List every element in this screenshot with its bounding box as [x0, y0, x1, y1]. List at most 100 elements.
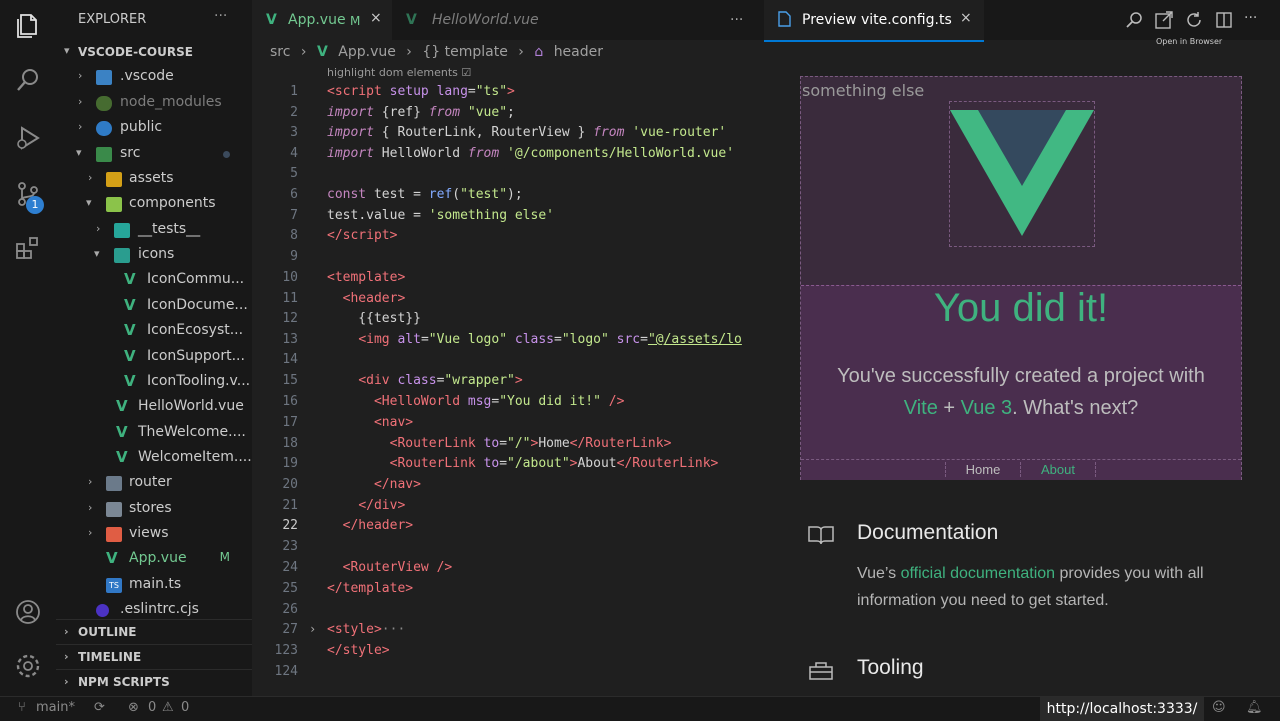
tab-helloworld-vue[interactable]: V HelloWorld.vue	[392, 0, 552, 40]
fold-chevron-icon[interactable]: ›	[309, 622, 316, 636]
tree-item-components[interactable]: ▾ components	[56, 192, 252, 217]
tree-item-file[interactable]: V IconEcosyst...	[56, 319, 252, 344]
vite-link[interactable]: Vite	[904, 397, 938, 419]
find-icon[interactable]	[1124, 10, 1144, 30]
settings-gear-icon[interactable]	[14, 652, 42, 680]
localhost-url[interactable]: http://localhost:3333/	[1040, 697, 1204, 721]
breadcrumb-item[interactable]: src	[270, 44, 290, 60]
tree-item-tests[interactable]: › __tests__	[56, 218, 252, 243]
error-count[interactable]: 0	[148, 700, 156, 715]
tab-app-vue[interactable]: V App.vue M ×	[252, 0, 392, 40]
tree-item-router[interactable]: › router	[56, 471, 252, 496]
vue-logo	[949, 101, 1095, 247]
code-text: </template>	[327, 581, 414, 596]
extensions-icon[interactable]	[14, 234, 42, 262]
tab-close-button[interactable]: ×	[370, 10, 382, 26]
explorer-icon[interactable]	[14, 12, 42, 40]
tab-close-button[interactable]: ×	[960, 10, 972, 26]
tree-item-file[interactable]: V IconSupport...	[56, 345, 252, 370]
tree-item-views[interactable]: › views	[56, 522, 252, 547]
breadcrumb-item[interactable]: {} template	[422, 44, 507, 60]
vue3-link[interactable]: Vue 3	[961, 397, 1013, 419]
code-text: </div>	[358, 498, 406, 513]
run-debug-icon[interactable]	[14, 124, 42, 152]
section-label: NPM SCRIPTS	[78, 675, 170, 689]
line-number: 12	[282, 311, 298, 326]
code-line: 27 › <style>···	[252, 622, 764, 642]
folder-public-icon	[96, 121, 112, 136]
tree-item-file[interactable]: V HelloWorld.vue	[56, 395, 252, 420]
section-label: TIMELINE	[78, 650, 142, 664]
editor-more-button[interactable]: ···	[728, 0, 758, 40]
line-number: 24	[282, 560, 298, 575]
tree-item-label: router	[129, 474, 172, 490]
vue-file-icon: V	[106, 549, 118, 567]
tree-item-file[interactable]: V IconTooling.v...	[56, 370, 252, 395]
codelens-hint[interactable]: highlight dom elements ☑	[327, 66, 471, 79]
more-icon: ···	[730, 12, 744, 28]
code-line: 123 </style>	[252, 643, 764, 663]
tree-item-label: assets	[129, 170, 174, 186]
breadcrumb-item[interactable]: App.vue	[338, 44, 396, 60]
code-line: 16 <HelloWorld msg="You did it!" />	[252, 394, 764, 414]
feedback-icon[interactable]: ☺	[1212, 700, 1226, 715]
hello-world-section: You did it! You've successfully created …	[801, 285, 1241, 460]
tab-preview-vite-config[interactable]: Preview vite.config.ts ×	[764, 0, 984, 42]
typescript-file-icon: TS	[106, 578, 122, 593]
timeline-section[interactable]: › TIMELINE	[56, 644, 252, 670]
tab-modified: M	[350, 14, 361, 28]
tree-item-file[interactable]: V TheWelcome....	[56, 421, 252, 446]
official-documentation-link[interactable]: official documentation	[901, 565, 1055, 582]
notifications-bell-icon[interactable]: 🔔︎	[1246, 700, 1263, 715]
split-editor-icon[interactable]	[1214, 10, 1234, 30]
sync-icon[interactable]: ⟳	[94, 700, 105, 715]
code-text: <HelloWorld msg="You did it!" />	[373, 394, 625, 409]
search-icon[interactable]	[14, 66, 42, 94]
tree-item-file[interactable]: V IconCommu...	[56, 268, 252, 293]
account-icon[interactable]	[14, 598, 42, 626]
branch-name[interactable]: main*	[36, 700, 75, 715]
line-number: 4	[290, 146, 298, 161]
line-number: 20	[282, 477, 298, 492]
line-number: 8	[290, 228, 298, 243]
more-actions-icon[interactable]: ···	[1244, 10, 1264, 30]
tree-item-label: TheWelcome....	[138, 424, 246, 440]
refresh-icon[interactable]	[1184, 10, 1204, 30]
tree-item-app-vue[interactable]: V App.vue M	[56, 547, 252, 572]
tree-item-main-ts[interactable]: TS main.ts	[56, 573, 252, 598]
tree-item-public[interactable]: › public	[56, 116, 252, 141]
modified-indicator: M	[219, 550, 230, 564]
tree-item-label: public	[120, 119, 163, 135]
chevron-down-icon: ▾	[64, 44, 70, 57]
vue-file-icon: V	[116, 423, 128, 441]
branch-icon: ⑂	[18, 700, 26, 715]
tree-item-assets[interactable]: › assets	[56, 167, 252, 192]
line-number: 5	[290, 166, 298, 181]
warning-count[interactable]: 0	[181, 700, 189, 715]
status-bar: ⑂ main* ⟳ ⊗ 0 ⚠ 0 http://localhost:3333/…	[0, 696, 1280, 721]
tree-item-node-modules[interactable]: › node_modules	[56, 91, 252, 116]
code-text: <RouterLink to="/about">About</RouterLin…	[389, 456, 719, 471]
tree-item-file[interactable]: V IconDocume...	[56, 294, 252, 319]
tree-item-file[interactable]: V WelcomeItem....	[56, 446, 252, 471]
line-number: 17	[282, 415, 298, 430]
folder-vscode-icon	[96, 70, 112, 85]
nav-about-link[interactable]: About	[1021, 462, 1096, 477]
open-in-browser-icon[interactable]	[1154, 10, 1174, 30]
explorer-more-button[interactable]: ···	[214, 8, 227, 24]
explorer-sidebar: EXPLORER ··· ▾ VSCODE-COURSE › .vscode ›…	[56, 0, 253, 696]
breadcrumb-item[interactable]: header	[554, 44, 603, 60]
tree-item-stores[interactable]: › stores	[56, 497, 252, 522]
tree-item-icons[interactable]: ▾ icons	[56, 243, 252, 268]
code-line: 9	[252, 249, 764, 269]
folder-assets-icon	[106, 172, 122, 187]
code-editor: V App.vue M × V HelloWorld.vue ··· src ›…	[252, 0, 764, 696]
line-number: 25	[282, 581, 298, 596]
workspace-root[interactable]: ▾ VSCODE-COURSE	[56, 40, 252, 65]
npm-scripts-section[interactable]: › NPM SCRIPTS	[56, 669, 252, 695]
tree-item-label: IconCommu...	[147, 271, 245, 287]
outline-section[interactable]: › OUTLINE	[56, 619, 252, 645]
nav-home-link[interactable]: Home	[945, 462, 1021, 477]
tree-item-src[interactable]: ▾ src	[56, 142, 252, 167]
tree-item-vscode[interactable]: › .vscode	[56, 65, 252, 90]
